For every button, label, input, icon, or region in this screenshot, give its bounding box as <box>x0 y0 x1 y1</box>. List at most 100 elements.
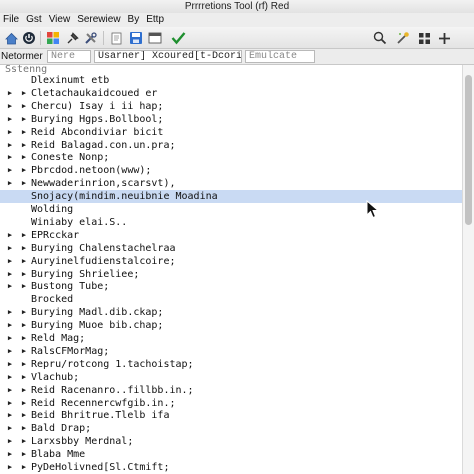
expand-toggle-icon[interactable]: ▶ <box>20 255 28 268</box>
scrollbar-thumb[interactable] <box>465 75 472 225</box>
tree-row[interactable]: ▶ ▶ Cletachaukaidcoued er <box>0 87 462 100</box>
expand-toggle-icon[interactable]: ▶ <box>6 397 14 410</box>
pin-icon[interactable] <box>64 30 80 46</box>
expand-toggle-icon[interactable]: ▶ <box>6 448 14 461</box>
check-icon[interactable] <box>170 30 186 46</box>
expand-toggle-icon[interactable]: ▶ <box>20 358 28 371</box>
tree-row[interactable]: Wolding <box>0 203 462 216</box>
power-icon[interactable] <box>21 30 37 46</box>
tree-row[interactable]: ▶ ▶ EPRcckar <box>0 229 462 242</box>
menu-gst[interactable]: Gst <box>26 14 42 26</box>
tree-row[interactable]: ▶ ▶ Burying Hgps.Bollbool; <box>0 113 462 126</box>
expand-toggle-icon[interactable]: ▶ <box>20 113 28 126</box>
expand-toggle-icon[interactable]: ▶ <box>6 139 14 152</box>
tree-row[interactable]: ▶ ▶ Bald Drap; <box>0 422 462 435</box>
grid-icon[interactable] <box>416 30 432 46</box>
tree-row[interactable]: Dlexinumt etb <box>0 74 462 87</box>
expand-toggle-icon[interactable]: ▶ <box>20 164 28 177</box>
expand-toggle-icon[interactable]: ▶ <box>20 126 28 139</box>
expand-toggle-icon[interactable]: ▶ <box>20 371 28 384</box>
expand-toggle-icon[interactable]: ▶ <box>20 332 28 345</box>
expand-toggle-icon[interactable]: ▶ <box>20 397 28 410</box>
tree-row[interactable]: ▶ ▶ Bustong Tube; <box>0 280 462 293</box>
expand-toggle-icon[interactable]: ▶ <box>6 409 14 422</box>
menu-file[interactable]: File <box>3 14 19 26</box>
expand-toggle-icon[interactable]: ▶ <box>20 87 28 100</box>
expand-toggle-icon[interactable]: ▶ <box>20 384 28 397</box>
menu-by[interactable]: By <box>128 14 140 26</box>
vertical-scrollbar[interactable] <box>462 65 474 474</box>
search-icon[interactable] <box>372 30 388 46</box>
expand-toggle-icon[interactable]: ▶ <box>6 113 14 126</box>
tree-row-selected[interactable]: Snojacy(mindim.neuibnie Moadina <box>0 190 462 204</box>
expand-toggle-icon[interactable]: ▶ <box>20 100 28 113</box>
tree-row[interactable]: ▶ ▶ PyDeHolivned[Sl.Ctmift; <box>0 461 462 474</box>
tree-row[interactable]: ▶ ▶ Burying Shrieliee; <box>0 268 462 281</box>
tree-row[interactable]: ▶ ▶ Reid Abcondiviar bicit <box>0 126 462 139</box>
expand-toggle-icon[interactable]: ▶ <box>6 345 14 358</box>
menu-ettp[interactable]: Ettp <box>146 14 164 26</box>
expand-toggle-icon[interactable]: ▶ <box>6 461 14 474</box>
tree-row[interactable]: ▶ ▶ Burying Muoe bib.chap; <box>0 319 462 332</box>
save-icon[interactable] <box>128 30 144 46</box>
expand-toggle-icon[interactable]: ▶ <box>6 177 14 190</box>
tree-row[interactable]: Winiaby elai.S.. <box>0 216 462 229</box>
wand-icon[interactable] <box>395 30 411 46</box>
tree-row[interactable]: ▶ ▶ Newwaderinrion,scarsvt), <box>0 177 462 190</box>
expand-toggle-icon[interactable]: ▶ <box>6 151 14 164</box>
tree-row[interactable]: ▶ ▶ Vlachub; <box>0 371 462 384</box>
expand-toggle-icon[interactable]: ▶ <box>20 409 28 422</box>
expand-toggle-icon[interactable]: ▶ <box>20 151 28 164</box>
expand-toggle-icon[interactable]: ▶ <box>6 87 14 100</box>
expand-toggle-icon[interactable]: ▶ <box>20 306 28 319</box>
tree-row[interactable]: ▶ ▶ Auryinelfudienstalcoire; <box>0 255 462 268</box>
expand-toggle-icon[interactable]: ▶ <box>6 306 14 319</box>
tree-row[interactable]: ▶ ▶ Burying Chalenstachelraa <box>0 242 462 255</box>
expand-toggle-icon[interactable]: ▶ <box>20 319 28 332</box>
expand-toggle-icon[interactable]: ▶ <box>6 255 14 268</box>
expand-toggle-icon[interactable]: ▶ <box>20 280 28 293</box>
expand-toggle-icon[interactable]: ▶ <box>6 164 14 177</box>
expand-toggle-icon[interactable]: ▶ <box>6 268 14 281</box>
add-icon[interactable] <box>436 30 452 46</box>
tree-row[interactable]: ▶ ▶ Reid Recennercwfgib.in.; <box>0 397 462 410</box>
expand-toggle-icon[interactable]: ▶ <box>6 384 14 397</box>
expand-toggle-icon[interactable]: ▶ <box>20 345 28 358</box>
tree-row[interactable]: ▶ ▶ Reid Balagad.con.un.pra; <box>0 139 462 152</box>
tree-row[interactable]: ▶ ▶ Burying Madl.dib.ckap; <box>0 306 462 319</box>
tree-row[interactable]: ▶ ▶ Chercu) Isay i ii hap; <box>0 100 462 113</box>
expand-toggle-icon[interactable]: ▶ <box>6 371 14 384</box>
expand-toggle-icon[interactable]: ▶ <box>6 332 14 345</box>
home-icon[interactable] <box>3 30 19 46</box>
tree-row[interactable]: ▶ ▶ Coneste Nonp; <box>0 151 462 164</box>
expand-toggle-icon[interactable]: ▶ <box>20 448 28 461</box>
tree-row[interactable]: ▶ ▶ Beid Bhritrue.Tlelb ifa <box>0 409 462 422</box>
expand-toggle-icon[interactable]: ▶ <box>6 319 14 332</box>
tree-view[interactable]: Sstenng Dlexinumt etb ▶ ▶ Cletachaukaidcoue… <box>0 65 462 474</box>
expand-toggle-icon[interactable]: ▶ <box>6 435 14 448</box>
page-icon[interactable] <box>108 30 124 46</box>
expand-toggle-icon[interactable]: ▶ <box>6 280 14 293</box>
expand-toggle-icon[interactable]: ▶ <box>20 268 28 281</box>
expand-toggle-icon[interactable]: ▶ <box>20 461 28 474</box>
expand-toggle-icon[interactable]: ▶ <box>20 139 28 152</box>
tree-row[interactable]: Brocked <box>0 293 462 306</box>
emulate-field[interactable]: Emulcate <box>245 50 315 63</box>
tree-row[interactable]: ▶ ▶ Repru/rotcong 1.tachoistap; <box>0 358 462 371</box>
tree-row[interactable]: ▶ ▶ Reid Racenanro..fillbb.in.; <box>0 384 462 397</box>
expand-toggle-icon[interactable]: ▶ <box>6 100 14 113</box>
tools-icon[interactable] <box>83 30 99 46</box>
expand-toggle-icon[interactable]: ▶ <box>20 242 28 255</box>
expand-toggle-icon[interactable]: ▶ <box>20 435 28 448</box>
tree-row[interactable]: ▶ ▶ Blaba Mme <box>0 448 462 461</box>
menu-serewiew[interactable]: Serewiew <box>77 14 120 26</box>
expand-toggle-icon[interactable]: ▶ <box>6 126 14 139</box>
expand-toggle-icon[interactable]: ▶ <box>20 422 28 435</box>
menu-view[interactable]: View <box>49 14 71 26</box>
tree-row[interactable]: ▶ ▶ Reld Mag; <box>0 332 462 345</box>
tree-row[interactable]: ▶ ▶ RalsCFMorMag; <box>0 345 462 358</box>
filter-field[interactable]: Nere <box>47 50 91 63</box>
path-field[interactable]: Usarner] Xcoured[t-Dcorithis <box>94 50 242 63</box>
expand-toggle-icon[interactable]: ▶ <box>20 229 28 242</box>
tree-row[interactable]: ▶ ▶ Pbrcdod.netoon(www); <box>0 164 462 177</box>
